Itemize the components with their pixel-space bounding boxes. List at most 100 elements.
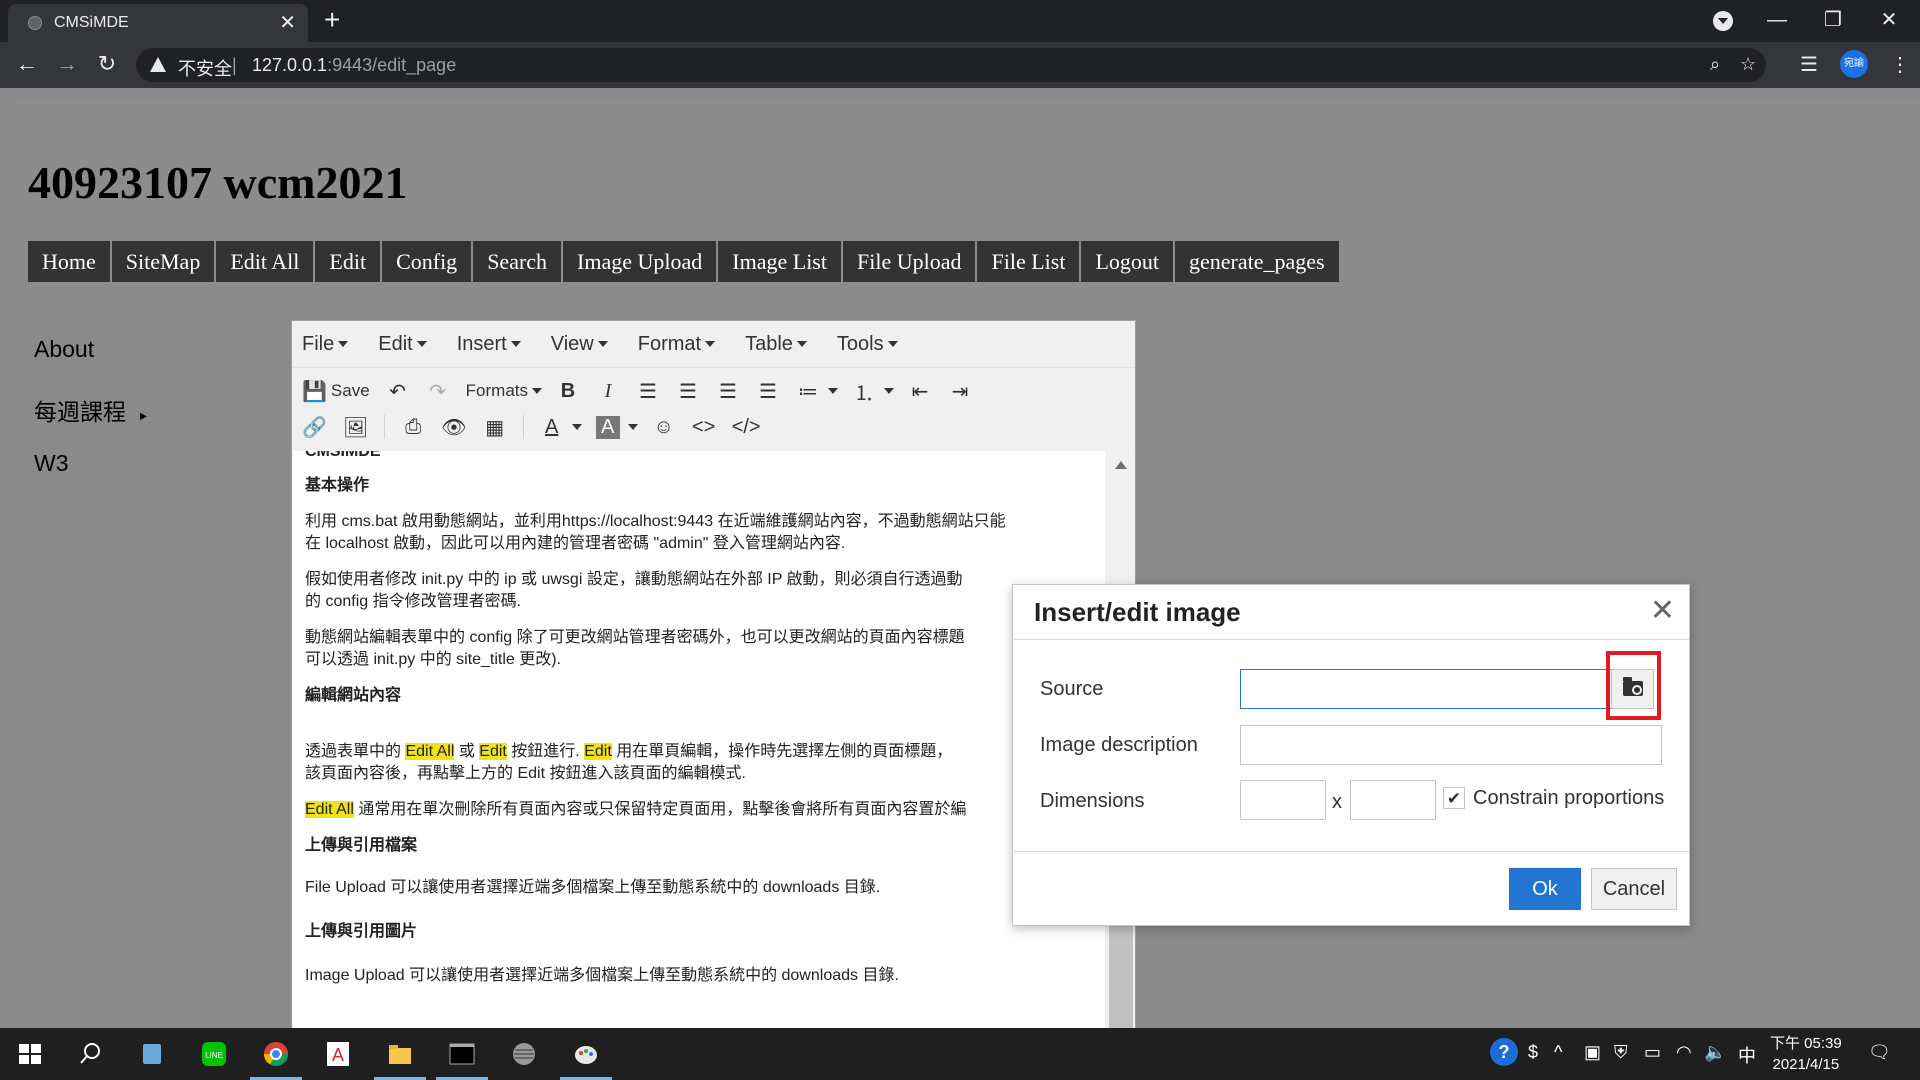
bookmark-star-icon[interactable]: ☆ xyxy=(1740,54,1756,75)
scroll-up-arrow-icon[interactable] xyxy=(1115,461,1127,469)
taskbar-app-file-explorer[interactable] xyxy=(370,1028,430,1080)
meet-icon[interactable]: ▣ xyxy=(1584,1042,1601,1063)
system-clock[interactable]: 下午 05:39 2021/4/15 xyxy=(1770,1033,1842,1075)
editor-menu-insert[interactable]: Insert xyxy=(457,333,521,356)
redo-icon[interactable]: ↷ xyxy=(426,379,450,404)
italic-icon[interactable]: I xyxy=(596,380,620,403)
editor-menu-tools[interactable]: Tools xyxy=(837,333,898,356)
editor-content-area[interactable]: CMSIMDE 基本操作 利用 cms.bat 啟用動態網站，並利用https:… xyxy=(293,451,1105,1028)
image-icon[interactable]: 🖼 xyxy=(343,415,368,440)
taskbar-app-terminal[interactable] xyxy=(432,1028,492,1080)
bullet-list-icon[interactable]: ≔ xyxy=(796,379,820,404)
media-icon[interactable]: ▦ xyxy=(483,415,507,440)
editor-menu-format[interactable]: Format xyxy=(638,333,716,356)
notification-center-icon[interactable]: 🗨 xyxy=(1868,1042,1891,1063)
menu-home[interactable]: Home xyxy=(28,241,112,282)
text-color-icon[interactable]: A xyxy=(540,416,564,439)
url-text[interactable]: 127.0.0.1:9443/edit_page xyxy=(252,55,456,76)
taskbar-app-paint[interactable] xyxy=(556,1028,616,1080)
insecure-label[interactable]: 不安全 xyxy=(178,55,232,81)
profile-avatar[interactable]: 宛諭 xyxy=(1840,50,1868,78)
emoticons-icon[interactable]: ☺ xyxy=(652,416,676,439)
menu-image-upload[interactable]: Image Upload xyxy=(563,241,719,282)
zoom-icon[interactable]: ⌕ xyxy=(1710,54,1720,75)
sidebar-item-w3[interactable]: W3 xyxy=(34,450,69,477)
reload-icon[interactable]: ↻ xyxy=(92,50,122,78)
menu-image-list[interactable]: Image List xyxy=(718,241,843,282)
volume-icon[interactable]: 🔈 xyxy=(1704,1042,1726,1063)
sidebar-item-weekly-course[interactable]: 每週課程 ▸ xyxy=(34,393,147,427)
sync-icon[interactable]: $ xyxy=(1528,1042,1538,1063)
menu-config[interactable]: Config xyxy=(382,241,474,282)
sidebar-item-about[interactable]: About xyxy=(34,336,94,363)
content-paragraph: 該頁面內容後，再點擊上方的 Edit 按鈕進入該頁面的編輯模式. xyxy=(305,765,746,782)
indent-icon[interactable]: ⇥ xyxy=(948,379,972,404)
description-input[interactable] xyxy=(1240,725,1662,765)
warning-icon[interactable] xyxy=(150,57,166,72)
menu-edit-all[interactable]: Edit All xyxy=(216,241,316,282)
reading-list-icon[interactable]: ☰ xyxy=(1800,52,1818,77)
constrain-checkbox[interactable]: ✔ xyxy=(1443,787,1465,809)
print-icon[interactable]: ⎙ xyxy=(401,416,425,439)
start-button[interactable] xyxy=(0,1028,60,1080)
close-icon[interactable]: ✕ xyxy=(1650,593,1675,628)
editor-menu-table[interactable]: Table xyxy=(745,333,807,356)
wifi-icon[interactable]: ◠ xyxy=(1676,1042,1692,1063)
close-window-button[interactable]: ✕ xyxy=(1866,2,1912,38)
width-input[interactable] xyxy=(1240,780,1326,820)
numbered-list-icon[interactable]: ⒈ xyxy=(852,377,876,406)
bold-icon[interactable]: B xyxy=(556,380,580,403)
ime-indicator[interactable]: 中 xyxy=(1738,1042,1756,1068)
editor-menu-view[interactable]: View xyxy=(551,333,608,356)
align-center-icon[interactable]: ☰ xyxy=(676,379,700,404)
restore-button[interactable]: ❐ xyxy=(1810,2,1856,38)
back-icon[interactable]: ← xyxy=(12,50,42,78)
taskbar-app-acrobat[interactable]: A xyxy=(308,1028,368,1080)
menu-edit[interactable]: Edit xyxy=(315,241,383,282)
outdent-icon[interactable]: ⇤ xyxy=(908,379,932,404)
background-color-icon[interactable]: A xyxy=(595,415,620,439)
source-code-icon[interactable]: </> xyxy=(732,416,761,439)
new-tab-button[interactable]: + xyxy=(324,4,340,36)
menu-sitemap[interactable]: SiteMap xyxy=(111,241,217,282)
cancel-button[interactable]: Cancel xyxy=(1591,868,1677,910)
preview-icon[interactable]: 👁 xyxy=(441,415,466,440)
menu-logout[interactable]: Logout xyxy=(1081,241,1175,282)
align-left-icon[interactable]: ☰ xyxy=(636,379,660,404)
menu-search[interactable]: Search xyxy=(473,241,564,282)
taskbar-app-explorer-tablet[interactable] xyxy=(122,1028,182,1080)
forward-icon[interactable]: → xyxy=(52,50,82,78)
menu-file-list[interactable]: File List xyxy=(977,241,1082,282)
save-icon[interactable]: 💾 xyxy=(302,379,327,404)
help-icon[interactable]: ? xyxy=(1490,1038,1518,1066)
code-sample-icon[interactable]: <> xyxy=(692,416,716,439)
menu-file-upload[interactable]: File Upload xyxy=(842,241,978,282)
align-right-icon[interactable]: ☰ xyxy=(716,379,740,404)
tab-search-icon[interactable] xyxy=(1713,11,1733,31)
more-menu-icon[interactable]: ⋮ xyxy=(1890,52,1910,77)
scroll-thumb[interactable] xyxy=(1109,911,1133,1028)
formats-dropdown[interactable]: Formats xyxy=(466,381,528,401)
security-shield-icon[interactable]: ⛨ xyxy=(1614,1042,1628,1063)
constrain-label[interactable]: Constrain proportions xyxy=(1473,787,1664,810)
show-hidden-icons-chevron-icon[interactable]: ^ xyxy=(1554,1042,1562,1063)
minimize-button[interactable]: — xyxy=(1754,2,1800,38)
tab-close-icon[interactable]: ✕ xyxy=(279,10,296,35)
save-button[interactable]: Save xyxy=(331,381,370,401)
menu-generate-pages[interactable]: generate_pages xyxy=(1175,241,1341,282)
search-button[interactable] xyxy=(60,1028,120,1080)
justify-icon[interactable]: ☰ xyxy=(756,379,780,404)
ok-button[interactable]: Ok xyxy=(1509,868,1581,910)
browser-tab[interactable]: CMSiMDE ✕ xyxy=(8,4,308,42)
taskbar-app-line[interactable]: LINE xyxy=(184,1028,244,1080)
height-input[interactable] xyxy=(1350,780,1436,820)
battery-icon[interactable]: ▭ xyxy=(1644,1042,1661,1063)
undo-icon[interactable]: ↶ xyxy=(386,379,410,404)
editor-menu-file[interactable]: File xyxy=(302,333,349,356)
link-icon[interactable]: 🔗 xyxy=(302,415,327,440)
editor-menu-edit[interactable]: Edit xyxy=(378,333,427,356)
taskbar-app-sphere[interactable] xyxy=(494,1028,554,1080)
address-bar[interactable]: 不安全 | 127.0.0.1:9443/edit_page ⌕ ☆ xyxy=(136,48,1766,82)
source-input[interactable] xyxy=(1240,669,1612,709)
taskbar-app-chrome[interactable] xyxy=(246,1028,306,1080)
